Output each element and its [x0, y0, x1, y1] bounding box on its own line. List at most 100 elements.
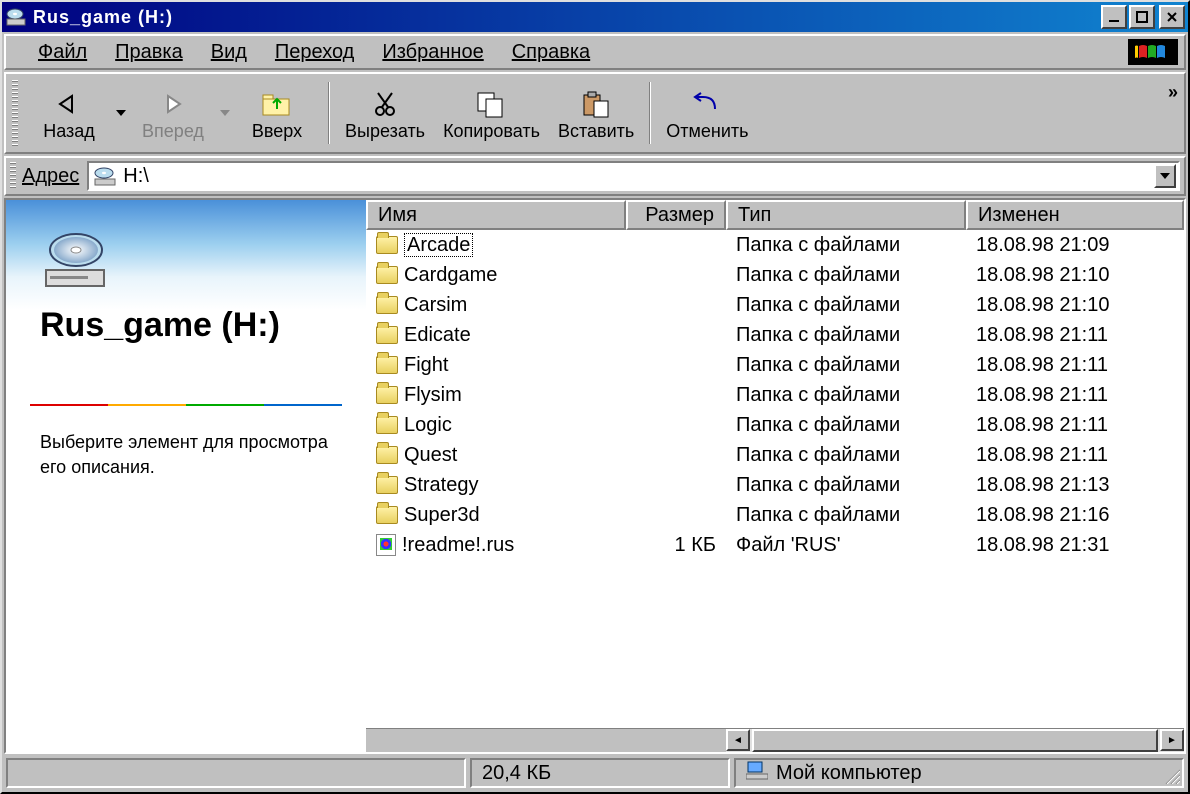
scroll-track[interactable]: ◄ ►	[726, 729, 1184, 752]
menu-fav[interactable]: Избранное	[368, 37, 497, 68]
cell-name: !readme!.rus	[366, 532, 626, 559]
table-row[interactable]: FlysimПапка с файлами18.08.98 21:11	[366, 380, 1184, 410]
cell-name: Super3d	[366, 502, 626, 529]
menu-file[interactable]: Файл	[24, 37, 101, 68]
forward-dropdown[interactable]	[218, 74, 232, 152]
titlebar[interactable]: Rus_game (H:)	[2, 2, 1188, 32]
cell-date: 18.08.98 21:11	[966, 382, 1184, 409]
toolbar-grip[interactable]	[12, 80, 18, 146]
cell-date: 18.08.98 21:11	[966, 352, 1184, 379]
menu-go[interactable]: Переход	[261, 37, 368, 68]
cell-type: Папка с файлами	[726, 472, 966, 499]
window-title: Rus_game (H:)	[33, 7, 1101, 28]
maximize-button[interactable]	[1129, 5, 1155, 29]
paste-button[interactable]: Вставить	[549, 74, 643, 152]
toolbar-overflow-icon[interactable]: »	[1168, 74, 1178, 152]
cell-name: Cardgame	[366, 262, 626, 289]
forward-label: Вперед	[142, 121, 204, 142]
paste-label: Вставить	[558, 121, 634, 142]
rainbow-divider	[30, 404, 342, 406]
cell-type: Папка с файлами	[726, 352, 966, 379]
paste-icon	[576, 87, 616, 121]
item-name: Logic	[404, 414, 452, 437]
back-dropdown[interactable]	[114, 74, 128, 152]
cell-size	[626, 303, 726, 307]
forward-button[interactable]: Вперед	[128, 74, 218, 152]
cell-name: Carsim	[366, 292, 626, 319]
folder-icon	[376, 356, 398, 374]
cell-type: Папка с файлами	[726, 502, 966, 529]
back-button[interactable]: Назад	[24, 74, 114, 152]
undo-label: Отменить	[666, 121, 748, 142]
menubar: Файл Правка Вид Переход Избранное Справк…	[4, 34, 1186, 70]
column-modified[interactable]: Изменен	[966, 200, 1184, 230]
table-row[interactable]: LogicПапка с файлами18.08.98 21:11	[366, 410, 1184, 440]
horizontal-scrollbar: ◄ ►	[366, 728, 1184, 752]
table-row[interactable]: ArcadeПапка с файлами18.08.98 21:09	[366, 230, 1184, 260]
cell-date: 18.08.98 21:11	[966, 442, 1184, 469]
column-headers: Имя Размер Тип Изменен	[366, 200, 1184, 230]
status-location-label: Мой компьютер	[776, 762, 922, 785]
computer-icon	[746, 760, 768, 786]
cell-name: Arcade	[366, 231, 626, 259]
cut-button[interactable]: Вырезать	[336, 74, 434, 152]
scroll-thumb[interactable]	[752, 729, 1158, 752]
cell-type: Папка с файлами	[726, 442, 966, 469]
table-row[interactable]: CarsimПапка с файлами18.08.98 21:10	[366, 290, 1184, 320]
cell-name: Strategy	[366, 472, 626, 499]
minimize-button[interactable]	[1101, 5, 1127, 29]
drive-name: Rus_game (H:)	[40, 306, 280, 345]
menu-view[interactable]: Вид	[197, 37, 261, 68]
copy-button[interactable]: Копировать	[434, 74, 549, 152]
folder-icon	[376, 476, 398, 494]
column-name[interactable]: Имя	[366, 200, 626, 230]
menu-help[interactable]: Справка	[498, 37, 604, 68]
item-name: Carsim	[404, 294, 467, 317]
table-row[interactable]: StrategyПапка с файлами18.08.98 21:13	[366, 470, 1184, 500]
cell-date: 18.08.98 21:10	[966, 262, 1184, 289]
cell-size	[626, 423, 726, 427]
item-name: !readme!.rus	[402, 534, 514, 557]
cell-name: Fight	[366, 352, 626, 379]
copy-icon	[472, 87, 512, 121]
addressbar-grip[interactable]	[10, 162, 16, 190]
menu-edit[interactable]: Правка	[101, 37, 197, 68]
cell-name: Logic	[366, 412, 626, 439]
folder-icon	[376, 416, 398, 434]
cell-size	[626, 333, 726, 337]
back-label: Назад	[43, 121, 95, 142]
address-combo[interactable]: H:\	[87, 161, 1180, 191]
column-size[interactable]: Размер	[626, 200, 726, 230]
addressbar: Адрес H:\	[4, 156, 1186, 196]
selection-hint: Выберите элемент для просмотра его описа…	[40, 430, 332, 480]
cut-label: Вырезать	[345, 121, 425, 142]
address-dropdown-icon[interactable]	[1154, 164, 1176, 188]
resize-grip-icon[interactable]	[1162, 766, 1180, 784]
cell-type: Файл 'RUS'	[726, 532, 966, 559]
up-button[interactable]: Вверх	[232, 74, 322, 152]
cell-type: Папка с файлами	[726, 232, 966, 259]
cell-size	[626, 243, 726, 247]
file-icon	[376, 534, 396, 556]
scroll-left-button[interactable]: ◄	[726, 729, 750, 751]
forward-arrow-icon	[156, 87, 190, 121]
column-type[interactable]: Тип	[726, 200, 966, 230]
up-folder-icon	[257, 87, 297, 121]
table-row[interactable]: Super3dПапка с файлами18.08.98 21:16	[366, 500, 1184, 530]
status-cell-1	[6, 758, 466, 788]
table-row[interactable]: EdicateПапка с файлами18.08.98 21:11	[366, 320, 1184, 350]
scroll-right-button[interactable]: ►	[1160, 729, 1184, 751]
cell-name: Edicate	[366, 322, 626, 349]
up-label: Вверх	[252, 121, 302, 142]
cell-date: 18.08.98 21:31	[966, 532, 1184, 559]
table-row[interactable]: !readme!.rus1 КБФайл 'RUS'18.08.98 21:31	[366, 530, 1184, 560]
table-row[interactable]: Fight Папка с файлами18.08.98 21:11	[366, 350, 1184, 380]
undo-button[interactable]: Отменить	[657, 74, 757, 152]
back-arrow-icon	[52, 87, 86, 121]
table-row[interactable]: CardgameПапка с файлами18.08.98 21:10	[366, 260, 1184, 290]
cell-type: Папка с файлами	[726, 322, 966, 349]
cell-name: Flysim	[366, 382, 626, 409]
table-row[interactable]: QuestПапка с файлами18.08.98 21:11	[366, 440, 1184, 470]
cell-type: Папка с файлами	[726, 412, 966, 439]
close-button[interactable]	[1159, 5, 1185, 29]
